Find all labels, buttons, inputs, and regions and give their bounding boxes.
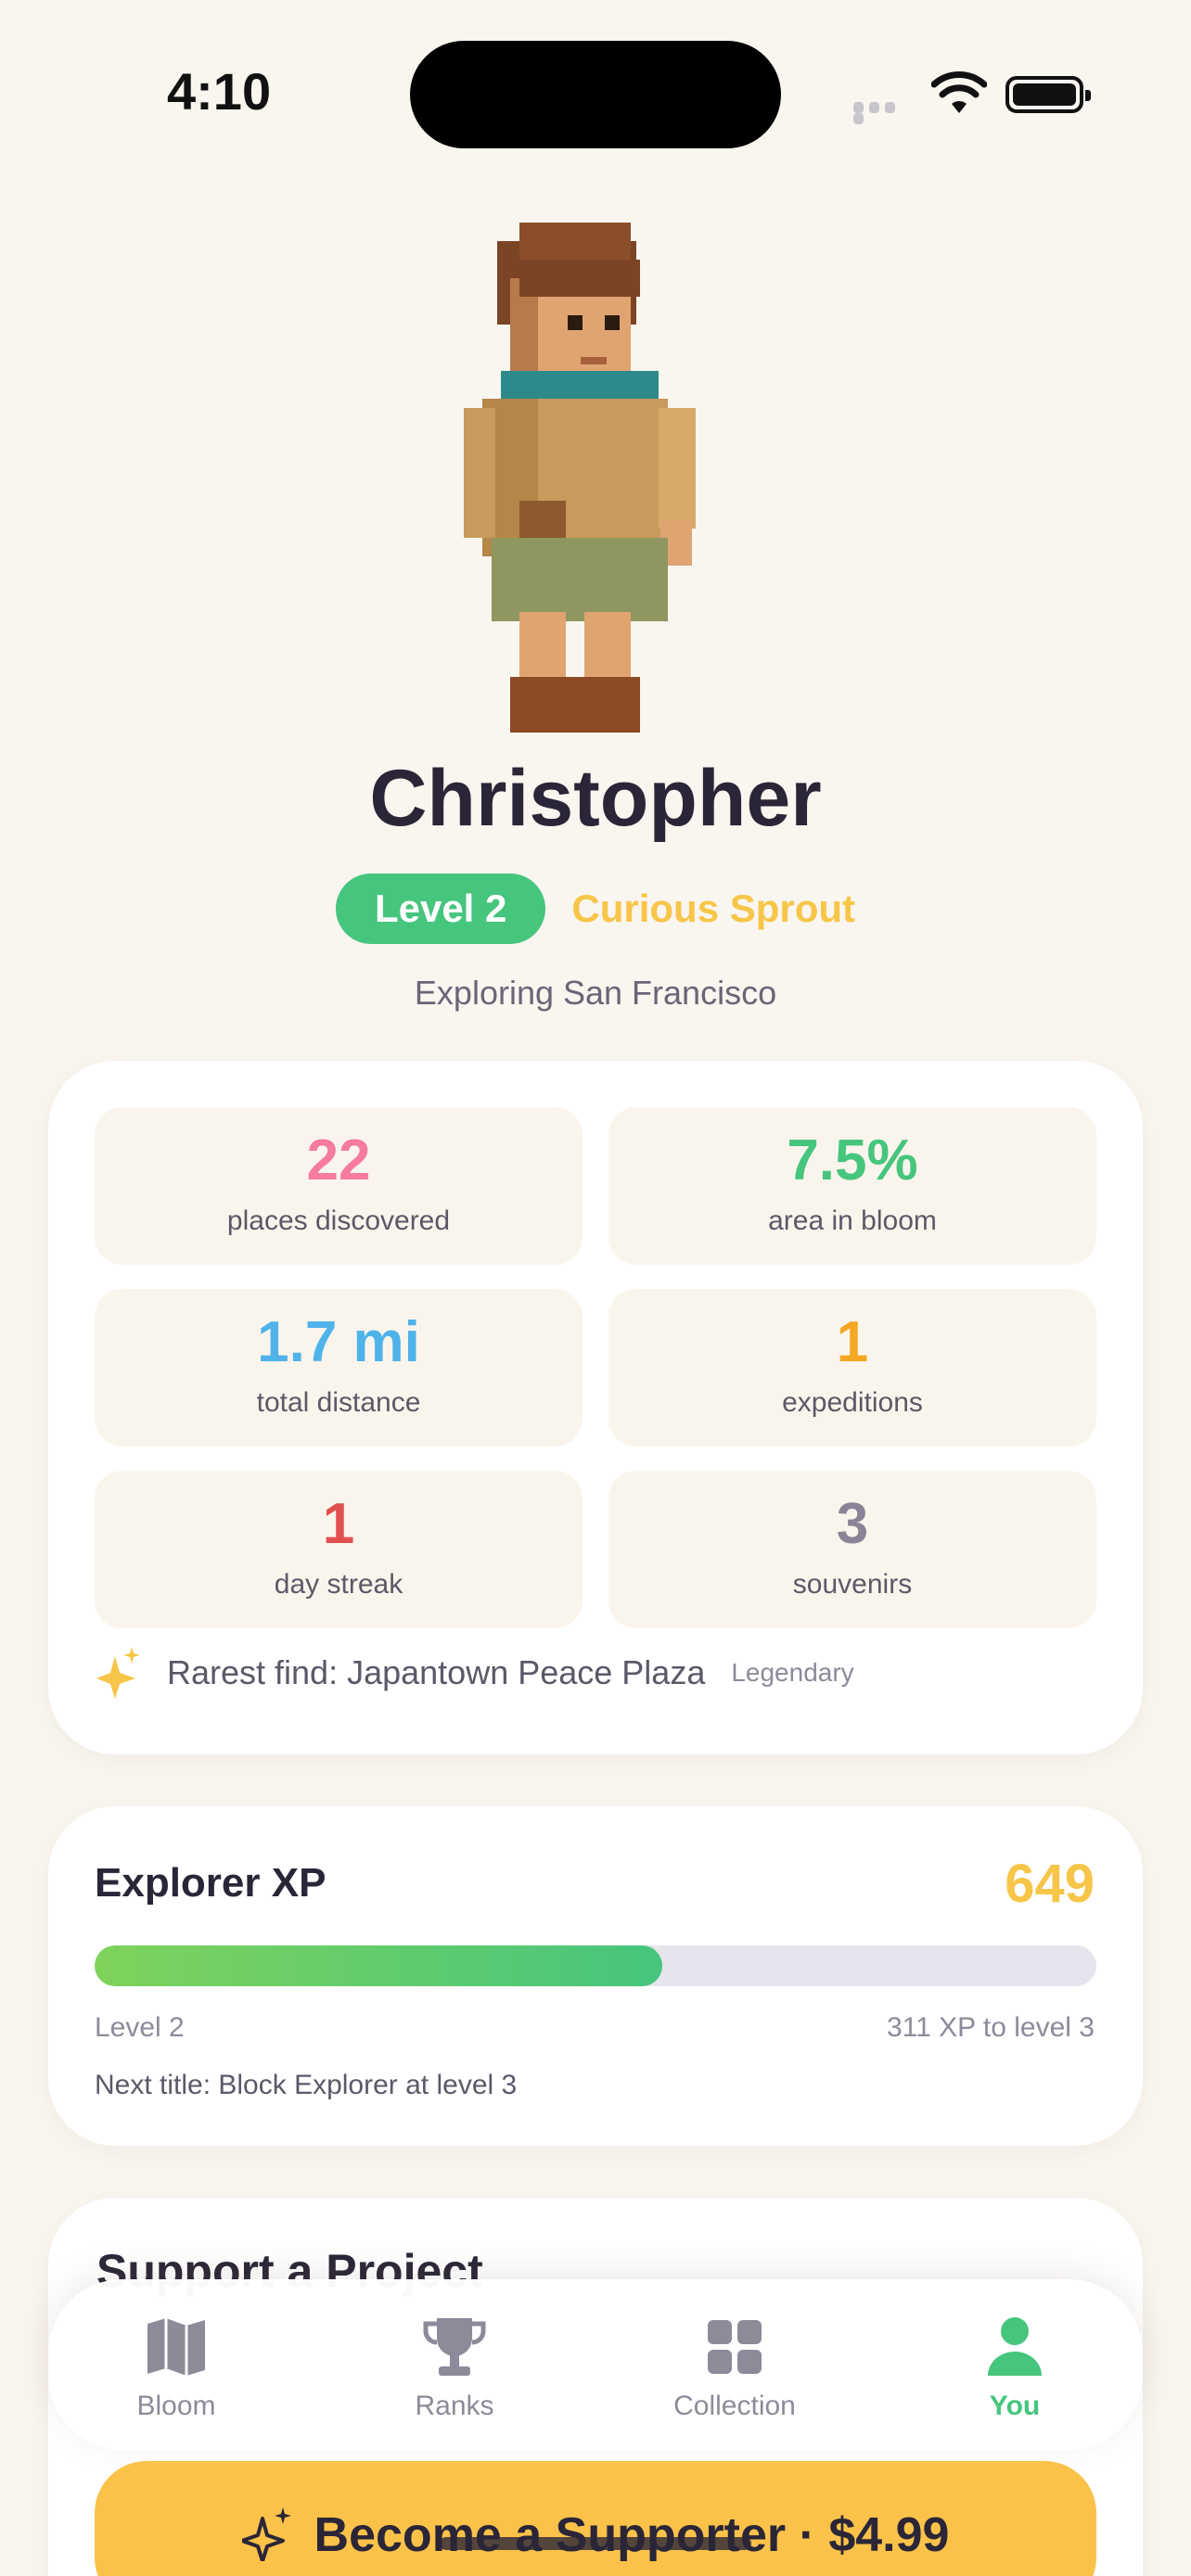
battery-icon <box>1005 76 1091 113</box>
avatar <box>464 223 696 733</box>
wifi-icon <box>931 71 987 113</box>
profile-screen: 4:10 Christopher Level 2 Curious Sprout … <box>0 0 1191 2576</box>
xp-value: 649 <box>1005 1854 1095 1914</box>
stat-label: total distance <box>256 1387 421 1418</box>
tab-label: You <box>989 2391 1041 2421</box>
grid-icon <box>708 2320 762 2374</box>
stat-value: 3 <box>836 1492 869 1556</box>
rarest-find: Rarest find: Japantown Peace Plaza Legen… <box>96 1647 854 1699</box>
rarity-label: Legendary <box>731 1658 854 1687</box>
tab-you[interactable]: You <box>922 2315 1108 2422</box>
xp-title: Explorer XP <box>95 1860 327 1906</box>
stat-label: area in bloom <box>768 1205 937 1236</box>
level-row: Level 2 Curious Sprout <box>0 874 1191 944</box>
profile-name: Christopher <box>369 754 822 843</box>
explorer-title: Curious Sprout <box>571 886 856 930</box>
home-indicator <box>440 2537 751 2550</box>
map-icon <box>147 2318 205 2376</box>
location-text: Exploring San Francisco <box>414 974 777 1012</box>
rarest-find-text: Rarest find: Japantown Peace Plaza <box>167 1653 706 1691</box>
stat-value: 1.7 mi <box>257 1310 420 1374</box>
stat-value: 1 <box>322 1492 355 1556</box>
cta-label: Become a Supporter · $4.99 <box>314 2508 950 2562</box>
tab-label: Bloom <box>136 2391 216 2421</box>
stat-area: 7.5% area in bloom <box>608 1107 1096 1265</box>
tab-bloom[interactable]: Bloom <box>83 2315 269 2422</box>
stat-label: places discovered <box>226 1205 451 1236</box>
stats-card: 22 places discovered 7.5% area in bloom … <box>48 1061 1143 1754</box>
next-title-label: Next title: Block Explorer at level 3 <box>95 2070 518 2100</box>
xp-card: Explorer XP 649 Level 2 311 XP to level … <box>48 1806 1143 2146</box>
dynamic-island <box>410 41 781 148</box>
tab-bar: Bloom Ranks Collection You <box>48 2279 1143 2450</box>
sparkle-icon <box>241 2507 291 2561</box>
become-supporter-button[interactable]: Become a Supporter · $4.99 <box>95 2461 1096 2576</box>
tab-ranks[interactable]: Ranks <box>362 2315 547 2422</box>
sparkle-icon <box>96 1647 140 1699</box>
stat-label: expeditions <box>782 1387 923 1418</box>
stat-value: 7.5% <box>787 1129 918 1192</box>
stat-value: 22 <box>306 1129 371 1192</box>
person-icon <box>988 2317 1042 2376</box>
signal-icon <box>853 102 913 124</box>
current-level-label: Level 2 <box>95 2012 185 2043</box>
stat-value: 1 <box>836 1310 869 1374</box>
stat-distance: 1.7 mi total distance <box>95 1289 583 1447</box>
level-badge: Level 2 <box>335 874 546 944</box>
xp-to-next-label: 311 XP to level 3 <box>886 2012 1095 2043</box>
stat-souvenirs: 3 souvenirs <box>608 1471 1096 1628</box>
stat-streak: 1 day streak <box>95 1471 583 1628</box>
status-time: 4:10 <box>167 62 272 121</box>
tab-label: Collection <box>673 2391 796 2421</box>
stat-label: day streak <box>274 1569 403 1600</box>
xp-progress-fill <box>95 1945 663 1986</box>
stat-expeditions: 1 expeditions <box>608 1289 1096 1447</box>
stat-label: souvenirs <box>792 1569 913 1600</box>
tab-label: Ranks <box>415 2391 494 2421</box>
trophy-icon <box>423 2318 486 2376</box>
stat-places: 22 places discovered <box>95 1107 583 1265</box>
xp-progress-bar <box>95 1945 1096 1986</box>
tab-collection[interactable]: Collection <box>642 2315 827 2422</box>
